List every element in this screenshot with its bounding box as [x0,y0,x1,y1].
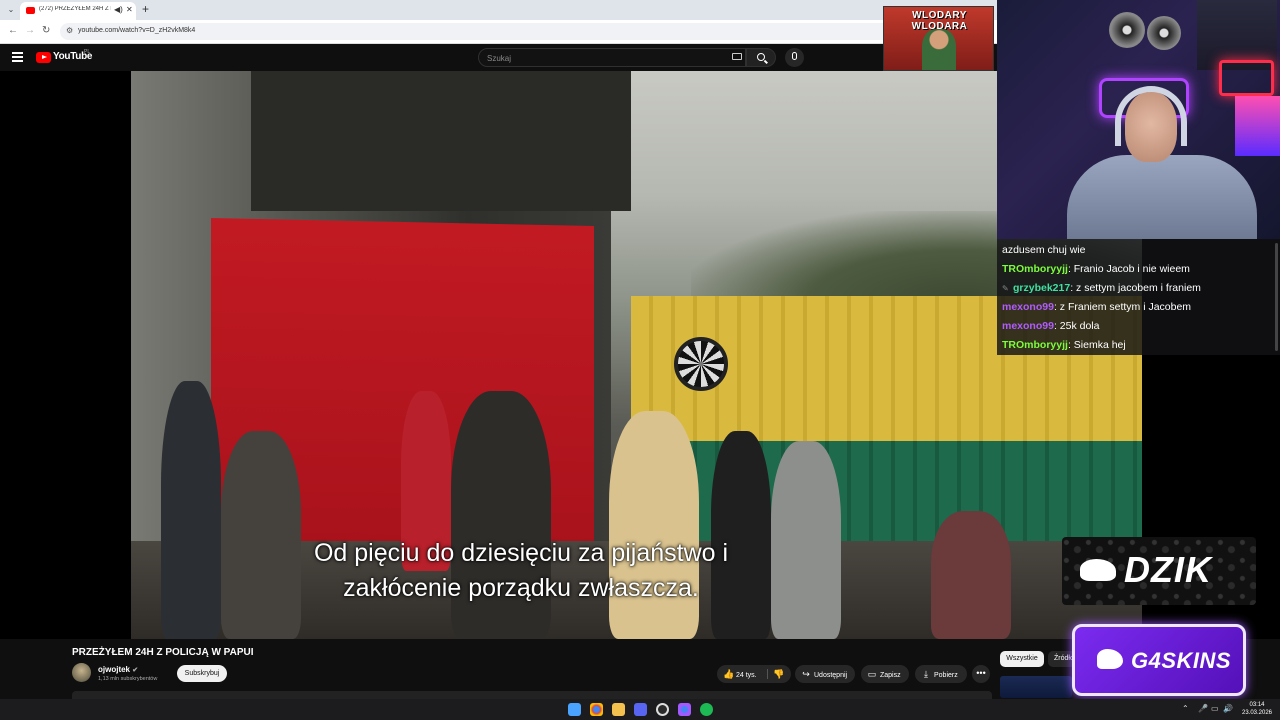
new-tab-button[interactable]: + [142,2,149,16]
thumbs-down-icon: 👎 [773,669,785,679]
chrome-icon[interactable] [590,703,603,716]
chat-message: TROmboryyjj: Siemka hej [1002,336,1274,355]
video-info: PRZEŻYŁEM 24H Z POLICJĄ W PAPUI ojwojtek… [0,639,997,699]
spotify-icon[interactable] [700,703,713,716]
voice-search-button[interactable] [785,48,804,67]
screen: ⌄ (272) PRZEŻYŁEM 24H Z PO ◀) ✕ + ← → ↻ … [0,0,1280,720]
like-button[interactable]: 👍 24 tys. [723,665,757,685]
back-icon[interactable]: ← [8,25,18,36]
bookmark-icon: ▭ [867,669,877,679]
browser-icon[interactable] [678,703,691,716]
subscriber-count: 1,13 mln subskrybentów [98,676,158,682]
browser-toolbar: ← → ↻ ⚙ youtube.com/watch?v=D_zH2vkM8k4 [0,20,997,44]
site-info-icon[interactable]: ⚙ [66,26,73,35]
chat-overlay: azdusem chuj wie TROmboryyjj: Franio Jaco… [997,239,1280,355]
verified-icon: ✔ [132,667,139,674]
share-button[interactable]: ↪ Udostępnij [795,665,855,683]
youtube-favicon-icon [26,7,35,14]
g4-logo-icon [1097,649,1123,669]
thumbs-up-icon: 👍 [723,669,735,679]
share-icon: ↪ [802,669,810,679]
more-actions-button[interactable]: ••• [972,665,990,683]
chat-message: mexono99: z Franiem settym i Jacobem [1002,298,1274,317]
dzik-logo: DZIK [1062,537,1256,605]
start-icon[interactable] [568,703,581,716]
recommended-video-thumbnail[interactable] [1000,676,1072,698]
chat-text: : z Franiem settym i Jacobem [1053,301,1192,313]
clock[interactable]: 03:14 23.03.2026 [1237,701,1277,717]
chat-message: TROmboryyjj: Franio Jacob i nie wieem [1002,260,1274,279]
tab-title: (272) PRZEŻYŁEM 24H Z PO [39,6,111,12]
chat-text: : z settym jacobem i franiem [1070,282,1201,294]
search-box [478,48,746,67]
search-input[interactable] [487,52,717,64]
like-dislike-group: 👍 24 tys. 👎 [717,665,791,683]
g4skins-logo: G4SKINS [1072,624,1246,696]
subscribe-button[interactable]: Subskrybuj [177,665,227,682]
keyboard-icon[interactable] [732,53,742,60]
reload-icon[interactable]: ↻ [42,25,50,36]
chat-username: TROmboryyjj [1002,263,1068,275]
chat-username: mexono99 [1002,320,1054,332]
forward-icon[interactable]: → [25,25,35,36]
url-text: youtube.com/watch?v=D_zH2vkM8k4 [78,27,196,34]
chat-message: ✎ grzybek217: z settym jacobem i franiem [1002,279,1274,298]
youtube-header: YouTube PL [0,44,997,71]
download-icon: ⤓ [924,669,928,679]
network-icon[interactable]: ▭ [1211,704,1219,713]
save-button[interactable]: ▭ Zapisz [861,665,909,683]
menu-icon[interactable] [12,52,23,62]
video-title: PRZEŻYŁEM 24H Z POLICJĄ W PAPUI [72,647,254,658]
youtube-logo-icon[interactable] [36,52,51,63]
banner-figure [922,29,956,70]
wrench-icon: ✎ [1002,284,1009,293]
chip-all[interactable]: Wszystkie [1000,651,1044,667]
browser-tab-strip: ⌄ (272) PRZEŻYŁEM 24H Z PO ◀) ✕ + [0,0,997,20]
volume-icon[interactable]: 🔊 [1223,704,1233,713]
microphone-icon [792,52,797,60]
boar-icon [1080,559,1116,581]
chat-message: azdusem chuj wie [1002,241,1274,260]
chat-message: mexono99: 25k dola [1002,317,1274,336]
subtitle-line-1: Od pięciu do dziesięciu za pijaństwo i [313,539,729,567]
webcam-feed [997,0,1280,239]
chat-scrollbar [1275,243,1278,351]
folder-icon[interactable] [612,703,625,716]
taskbar: ⌃ 🎤 ▭ 🔊 03:14 23.03.2026 [0,699,1280,720]
stream-banner: WLODARY WLODARA [883,6,994,71]
chat-username: grzybek217 [1013,282,1071,294]
download-button[interactable]: ⤓ Pobierz [915,665,967,683]
tray-chevron-icon[interactable]: ⌃ [1182,704,1189,713]
dartboard [674,337,728,391]
browser-tab[interactable]: (272) PRZEŻYŁEM 24H Z PO ◀) ✕ [20,2,136,20]
chat-text: : Siemka hej [1067,339,1126,351]
chat-text: : Franio Jacob i nie wieem [1067,263,1190,275]
channel-avatar[interactable] [72,663,91,682]
chat-text: : 25k dola [1053,320,1100,332]
speaker-icon[interactable]: ◀) [114,5,123,14]
video-subtitle: Od pięciu do dziesięciu za pijaństwo i z… [0,536,1042,606]
address-bar[interactable]: ⚙ youtube.com/watch?v=D_zH2vkM8k4 [60,23,990,40]
subtitle-line-2: zakłócenie porządku zwłaszcza. [343,574,699,602]
chat-username: mexono99 [1002,301,1054,313]
description-box[interactable] [72,691,992,699]
mic-tray-icon[interactable]: 🎤 [1198,704,1208,713]
close-tab-icon[interactable]: ✕ [126,5,133,14]
tab-search-icon[interactable]: ⌄ [4,4,18,16]
channel-name[interactable]: ojwojtek ✔ [98,665,138,674]
dislike-button[interactable]: 👎 [773,665,784,683]
obs-icon[interactable] [656,703,669,716]
chat-username: TROmboryyjj [1002,339,1068,351]
region-code: PL [84,49,91,55]
search-button[interactable] [746,48,776,67]
chat-text: azdusem chuj wie [1002,244,1086,256]
discord-icon[interactable] [634,703,647,716]
